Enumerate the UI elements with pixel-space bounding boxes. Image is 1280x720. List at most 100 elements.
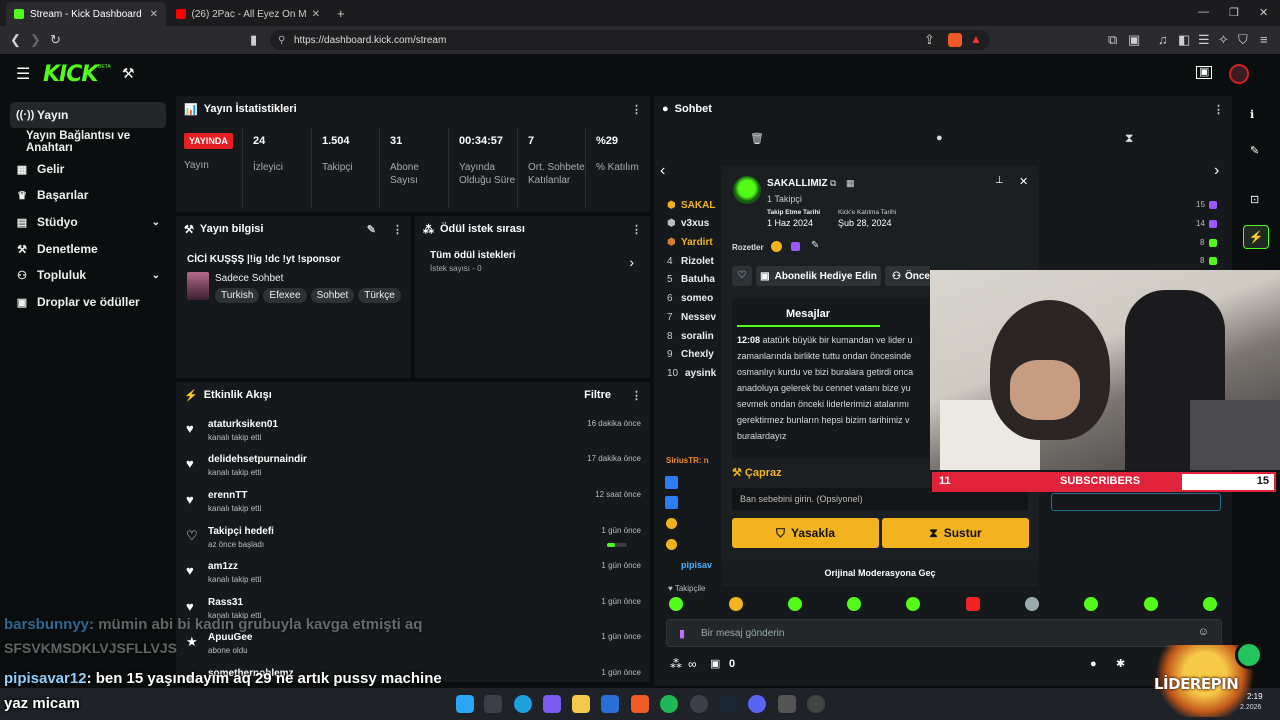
url-field[interactable]: ⚲ https://dashboard.kick.com/stream [270, 30, 990, 50]
sidebar-item-droplar[interactable]: ▣ Droplar ve ödüller [10, 289, 166, 315]
camera-icon[interactable]: ⊡ [1250, 193, 1259, 206]
settings-gear-icon[interactable]: ✱ [1116, 657, 1125, 670]
all-rewards-link[interactable]: Tüm ödül istekleri İstek sayısı - 0 › [430, 250, 640, 278]
edge-icon[interactable] [514, 695, 532, 713]
kebab-menu-icon[interactable]: ⋮ [1213, 103, 1224, 116]
edit-icon[interactable]: ✎ [1250, 144, 1259, 157]
reload-icon[interactable]: ↻ [50, 32, 61, 48]
brave-icon[interactable] [631, 695, 649, 713]
emote-icon[interactable] [1084, 597, 1098, 611]
site-info-icon[interactable]: ⚲ [278, 35, 285, 46]
leaderboard-row[interactable]: 8 soralin [667, 327, 714, 345]
emote-icon[interactable] [1203, 597, 1217, 611]
emote-icon[interactable] [906, 597, 920, 611]
calendar-icon[interactable]: ▦ [846, 178, 855, 189]
close-tab-icon[interactable]: ✕ [150, 9, 158, 20]
infinity-icon[interactable]: ∞ [688, 657, 697, 671]
stream-category[interactable]: Sadece Sohbet [215, 273, 283, 284]
leaderboard-row[interactable]: 9 Chexly [667, 345, 714, 363]
leaderboard-row[interactable]: 5 Batuha [667, 270, 715, 288]
emote-icon[interactable] [788, 597, 802, 611]
sidebar-item-gelir[interactable]: ▦ Gelir [10, 156, 166, 182]
edit-icon[interactable]: ✎ [811, 240, 819, 251]
window-close-icon[interactable]: ✕ [1259, 6, 1268, 19]
sidebar-item-basarilar[interactable]: ♛ Başarılar [10, 182, 166, 208]
emote-icon[interactable] [1144, 597, 1158, 611]
leaderboard-row[interactable]: ⬢ v3xus [667, 214, 709, 232]
chevron-left-icon[interactable]: ‹ [660, 162, 665, 180]
brave-shield-icon[interactable] [948, 33, 962, 47]
sidebar-item-yayin[interactable]: ((·)) Yayın [10, 102, 166, 128]
windows-start-icon[interactable] [456, 695, 474, 713]
emote-icon[interactable] [669, 597, 683, 611]
kick-logo[interactable]: KICK [43, 62, 98, 87]
reading-list-icon[interactable]: ☰ [1198, 32, 1210, 48]
leaderboard-row[interactable]: 7 Nessev [667, 308, 716, 326]
sidebar-item-denetleme[interactable]: ⚒ Denetleme [10, 236, 166, 262]
steam-icon[interactable] [719, 695, 737, 713]
gift-sub-button[interactable]: ▣ Abonelik Hediye Edin [756, 266, 881, 286]
hourglass-icon[interactable]: ⧗ [1125, 131, 1133, 146]
new-tab-icon[interactable]: + [337, 6, 345, 21]
spotify-icon[interactable] [660, 695, 678, 713]
tab-youtube[interactable]: (26) 2Pac - All Eyez On Me - YouT ✕ [168, 2, 328, 26]
minimize-icon[interactable]: — [1198, 6, 1209, 18]
emote-icon[interactable] [847, 597, 861, 611]
chat-message-input[interactable]: ▮ Bir mesaj gönderin ☺ [666, 619, 1222, 647]
share-icon[interactable]: ⇪ [924, 32, 935, 48]
pin-icon[interactable]: ⊥ [995, 175, 1004, 186]
chat-bubble-icon[interactable]: ● [936, 132, 943, 144]
app-icon[interactable] [778, 695, 796, 713]
leaderboard-row[interactable]: ⬢ Yardirt [667, 233, 713, 251]
leaderboard-row[interactable]: ⬢ SAKAL [667, 196, 715, 214]
bookmark-icon[interactable]: ▮ [250, 32, 257, 48]
back-icon[interactable]: ❮ [10, 32, 21, 48]
original-moderation-link[interactable]: Orijinal Moderasyona Geç [721, 562, 1039, 584]
media-icon[interactable]: ♫ [1158, 32, 1168, 47]
copilot-icon[interactable] [543, 695, 561, 713]
stream-preview-icon[interactable]: ▣ [1196, 66, 1213, 79]
obs-icon[interactable] [690, 695, 708, 713]
avatar[interactable] [1229, 64, 1249, 84]
chat-bubble-icon[interactable]: ● [1090, 658, 1097, 670]
discord-icon[interactable] [748, 695, 766, 713]
kebab-menu-icon[interactable]: ⋮ [631, 223, 642, 236]
filter-button[interactable]: Filtre [584, 389, 611, 401]
hammer-icon[interactable]: ⚒ [122, 65, 135, 82]
gift-icon[interactable]: ▣ [710, 657, 720, 670]
points-icon[interactable]: ⁂ [670, 657, 682, 671]
chevron-right-icon[interactable]: › [1214, 162, 1219, 180]
leaderboard-row[interactable]: 10 aysink [667, 364, 716, 382]
timeout-button[interactable]: ⧗ Sustur [882, 518, 1029, 548]
task-view-icon[interactable] [484, 695, 502, 713]
screenshot-icon[interactable]: ▣ [1128, 32, 1140, 48]
leaderboard-row[interactable]: 6 someo [667, 289, 713, 307]
brave-rewards-icon[interactable]: ▲ [970, 32, 982, 46]
menu-icon[interactable]: ≡ [1260, 32, 1268, 47]
leaderboard-row[interactable]: 4 Rizolet [667, 252, 714, 270]
emote-icon[interactable] [966, 597, 980, 611]
forward-icon[interactable]: ❯ [30, 32, 41, 48]
emote-icon[interactable] [729, 597, 743, 611]
sidebar-icon[interactable]: ◧ [1178, 32, 1190, 48]
emoji-icon[interactable]: ☺ [1198, 626, 1209, 638]
tab-messages[interactable]: Mesajlar [786, 308, 830, 320]
extensions-icon[interactable]: ⧉ [1108, 32, 1117, 48]
app-icon[interactable] [807, 695, 825, 713]
leo-ai-icon[interactable]: ✧ [1218, 32, 1229, 48]
close-tab-icon[interactable]: ✕ [312, 9, 320, 20]
follow-heart-button[interactable]: ♡ [732, 266, 752, 286]
close-icon[interactable]: ✕ [1019, 175, 1028, 188]
info-icon[interactable]: ℹ [1250, 108, 1254, 121]
tab-kick-dashboard[interactable]: Stream - Kick Dashboard ✕ [6, 2, 166, 26]
copy-icon[interactable]: ⧉ [830, 178, 836, 189]
edit-icon[interactable]: ✎ [367, 223, 376, 236]
emote-icon[interactable] [1025, 597, 1039, 611]
sidebar-item-topluluk[interactable]: ⚇ Topluluk ⌄ [10, 262, 166, 288]
chat-username[interactable]: pipisav [681, 560, 712, 570]
kebab-menu-icon[interactable]: ⋮ [631, 389, 642, 402]
kebab-menu-icon[interactable]: ⋮ [392, 223, 403, 236]
sidebar-item-stream-key[interactable]: Yayın Bağlantısı ve Anahtarı [20, 129, 172, 155]
hamburger-menu-icon[interactable]: ☰ [16, 64, 30, 84]
sidebar-item-studyo[interactable]: ▤ Stüdyo ⌄ [10, 209, 166, 235]
